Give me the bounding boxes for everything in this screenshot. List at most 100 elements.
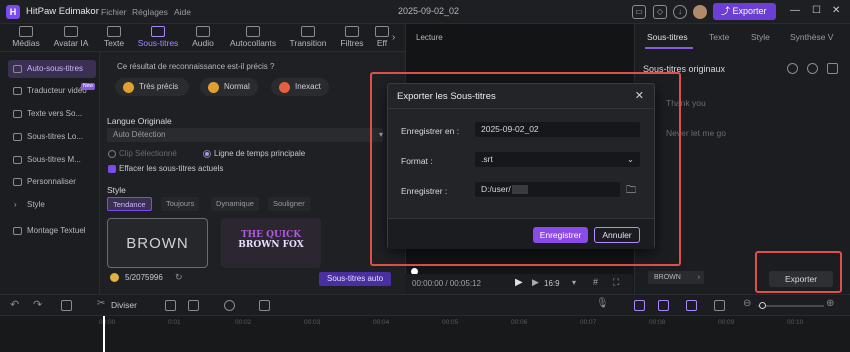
minimize-icon[interactable]: — [790,5,800,16]
export-top-label: Exporter [732,6,767,16]
style-tab-toujours[interactable]: Toujours [161,197,200,211]
zoom-in-icon[interactable]: ⊕ [826,298,834,309]
download-icon[interactable]: ↓ [673,5,687,19]
tick-label: 00:10 [787,319,804,326]
folder-icon [19,26,33,37]
sidebar-item-text-editing[interactable]: Montage Textuel [8,222,96,240]
timeline-ruler[interactable]: 00:00 0:01 00:02 00:03 00:04 00:05 00:06… [0,316,850,352]
fullscreen-icon[interactable]: ⛶ [613,277,619,288]
auto-subtitles-button[interactable]: Sous-titres auto [319,272,391,286]
format-select[interactable]: .srt ⌄ [475,152,640,167]
menu-reglages[interactable]: Réglages [132,7,168,17]
tab-sous-titres[interactable]: Sous-titres [134,26,182,48]
radio-clip[interactable] [108,150,116,158]
tab-transition[interactable]: Transition [287,26,329,48]
aspect-ratio-select[interactable]: 16:9 [544,279,560,288]
preview-line-1: THE QUICK [240,230,302,240]
undo-icon[interactable]: ↶ [10,298,19,311]
redo-icon[interactable]: ↷ [33,298,42,311]
sidebar-item-multi-subtitles[interactable]: Sous-titres M... [8,151,96,169]
microphone-icon[interactable]: 🎙 [596,298,609,309]
settings-icon[interactable] [807,63,818,74]
sidebar-item-style[interactable]: › Style [8,196,96,214]
zoom-slider[interactable] [758,305,824,307]
cancel-button[interactable]: Annuler [594,227,640,243]
menu-fichier[interactable]: Fichier [101,7,127,17]
layout-icon[interactable]: ▭ [632,5,646,19]
rating-very-accurate-button[interactable]: Très précis [115,78,189,96]
sidebar-item-auto-subtitles[interactable]: Auto-sous-titres [8,60,96,78]
folder-icon[interactable]: 🗀 [626,183,636,200]
tab-medias[interactable]: Médias [8,26,44,48]
erase-checkbox[interactable] [108,165,116,173]
sidebar-item-customize[interactable]: Personnaliser [8,173,96,191]
delete-icon[interactable] [61,300,72,311]
ai-icon[interactable] [787,63,798,74]
sidebar-item-label: Auto-sous-titres [27,64,84,73]
title-bar: H HitPaw Edimakor Fichier Réglages Aide … [0,0,850,24]
fit-icon[interactable] [714,300,725,311]
sidebar-item-text-to-speech[interactable]: Texte vers So... [8,105,96,123]
timeline-playhead[interactable] [103,316,105,352]
radio-timeline[interactable] [203,150,211,158]
sidebar-item-local-subtitles[interactable]: Sous-titres Lo... [8,128,96,146]
maximize-icon[interactable]: ☐ [812,5,821,16]
rating-normal-button[interactable]: Normal [200,78,258,96]
tab-filtres[interactable]: Filtres [337,26,367,48]
tab-autocollants[interactable]: Autocollants [224,26,282,48]
menu-aide[interactable]: Aide [174,7,191,17]
text-box-icon[interactable] [188,300,199,311]
style-tab-souligner[interactable]: Souligner [268,197,310,211]
crop-icon[interactable] [259,300,270,311]
filter-icon [345,26,359,37]
auto-subtitles-panel: Ce résultat de reconnaissance est-il pré… [100,52,405,294]
export-top-button[interactable]: ⤴ Exporter [713,3,776,20]
style-tab-dynamique[interactable]: Dynamique [211,197,259,211]
close-window-icon[interactable]: ✕ [832,5,840,16]
zoom-slider-handle[interactable] [759,302,766,309]
rating-inaccurate-button[interactable]: Inexact [271,78,329,96]
dialog-title: Exporter les Sous-titres [397,91,496,102]
gift-icon[interactable]: ◇ [653,5,667,19]
rtab-sous-titres[interactable]: Sous-titres [647,32,688,42]
player-controls: 00:00:00 / 00:05:12 ▶ ▶ 16:9 ▾ # ⛶ [405,274,633,294]
grid-icon[interactable]: # [593,277,598,287]
rtab-texte[interactable]: Texte [709,32,729,42]
speech-icon [13,110,22,118]
style-preview-brown[interactable]: BROWN [107,218,208,268]
marker-icon[interactable] [165,300,176,311]
close-icon[interactable]: ✕ [635,89,644,102]
save-button[interactable]: Enregistrer [533,227,588,243]
play-icon[interactable]: ▶ [515,277,523,288]
style-preview-quick-brown-fox[interactable]: THE QUICK BROWN FOX [221,218,321,268]
language-select[interactable]: Auto Détection [107,128,383,142]
magnet-icon[interactable] [658,300,669,311]
rtab-synthese[interactable]: Synthèse V [790,32,833,42]
zoom-out-icon[interactable]: ⊖ [743,298,751,309]
refresh-icon[interactable]: ↻ [175,272,183,283]
music-icon [196,26,210,37]
filename-input[interactable]: 2025-09-02_02 [475,122,640,137]
tab-audio[interactable]: Audio [189,26,217,48]
rtab-style[interactable]: Style [751,32,770,42]
split-label[interactable]: Diviser [111,300,137,310]
chevron-down-icon[interactable]: ▾ [572,278,576,287]
sidebar-item-video-translator[interactable]: Traducteur vidéo New [8,82,96,100]
format-value: .srt [481,154,493,164]
split-icon[interactable]: ✂ [97,298,105,309]
ratio-icon[interactable]: ▶ [532,277,539,288]
style-tab-tendance[interactable]: Tendance [107,197,152,211]
tab-texte[interactable]: Texte [100,26,128,48]
link-icon[interactable] [634,300,645,311]
translate-icon [13,87,22,95]
tab-avatar-ia[interactable]: Avatar IA [50,26,92,48]
style-chip[interactable]: BROWN › [648,271,704,284]
record-icon[interactable] [224,300,235,311]
user-avatar[interactable] [693,5,707,19]
download-icon[interactable] [827,63,838,74]
save-path-input[interactable]: D:/user/ [475,182,620,197]
rating-label: Très précis [139,82,179,91]
chevron-right-icon[interactable]: › [392,32,395,43]
tab-effets[interactable]: Eff [373,26,391,48]
snap-icon[interactable] [686,300,697,311]
